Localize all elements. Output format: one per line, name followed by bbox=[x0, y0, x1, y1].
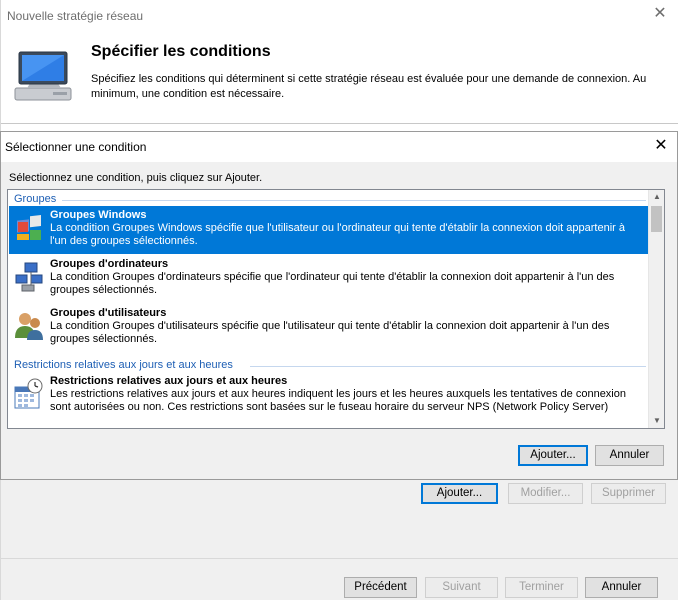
dialog-close-icon[interactable]: ✕ bbox=[653, 137, 669, 155]
list-item-day-time-restrictions[interactable]: Restrictions relatives aux jours et aux … bbox=[9, 372, 649, 420]
scroll-up-icon[interactable]: ▲ bbox=[649, 190, 664, 204]
dialog-instruction: Sélectionnez une condition, puis cliquez… bbox=[9, 172, 263, 184]
dialog-cancel-button[interactable]: Annuler bbox=[595, 445, 664, 466]
dialog-add-button[interactable]: Ajouter... bbox=[518, 445, 588, 466]
item-description: La condition Groupes Windows spécifie qu… bbox=[50, 222, 625, 247]
computer-monitor-icon bbox=[14, 51, 72, 101]
previous-button[interactable]: Précédent bbox=[344, 577, 417, 598]
wizard-remove-button[interactable]: Supprimer bbox=[591, 483, 666, 504]
item-title: Groupes Windows bbox=[50, 209, 147, 221]
group-divider bbox=[250, 366, 646, 367]
conditions-button-area: Ajouter... Modifier... Supprimer bbox=[1, 478, 678, 558]
calendar-clock-icon bbox=[14, 378, 43, 409]
dialog-title: Sélectionner une condition bbox=[5, 140, 147, 154]
wizard-close-icon[interactable]: ✕ bbox=[652, 6, 668, 22]
wizard-heading: Spécifier les conditions bbox=[91, 43, 271, 60]
wizard-modify-button[interactable]: Modifier... bbox=[508, 483, 583, 504]
item-title: Groupes d'utilisateurs bbox=[50, 307, 167, 319]
item-description: La condition Groupes d'ordinateurs spéci… bbox=[50, 271, 615, 296]
wizard-add-button[interactable]: Ajouter... bbox=[421, 483, 498, 504]
wizard-cancel-button[interactable]: Annuler bbox=[585, 577, 658, 598]
user-groups-icon bbox=[15, 313, 43, 340]
item-description: Les restrictions relatives aux jours et … bbox=[50, 388, 626, 413]
list-item-user-groups[interactable]: Groupes d'utilisateurs La condition Grou… bbox=[9, 304, 649, 352]
group-header-groups: Groupes bbox=[14, 193, 57, 205]
finish-button[interactable]: Terminer bbox=[505, 577, 578, 598]
windows-groups-icon bbox=[17, 215, 41, 240]
dialog-titlebar: Sélectionner une condition ✕ bbox=[1, 132, 677, 162]
condition-list[interactable]: Groupes Groupes Windows La condition Gro… bbox=[7, 189, 665, 429]
scroll-down-icon[interactable]: ▼ bbox=[649, 414, 664, 428]
computer-groups-icon bbox=[15, 262, 43, 292]
scroll-thumb[interactable] bbox=[651, 206, 662, 232]
list-scrollbar[interactable]: ▲ ▼ bbox=[648, 190, 664, 428]
group-divider bbox=[62, 200, 646, 201]
next-button[interactable]: Suivant bbox=[425, 577, 498, 598]
item-title: Groupes d'ordinateurs bbox=[50, 258, 169, 270]
select-condition-dialog: Sélectionner une condition ✕ Sélectionne… bbox=[0, 131, 678, 480]
wizard-description: Spécifiez les conditions qui déterminent… bbox=[91, 73, 647, 100]
wizard-title: Nouvelle stratégie réseau bbox=[7, 9, 144, 23]
item-title: Restrictions relatives aux jours et aux … bbox=[50, 375, 288, 387]
wizard-footer: Précédent Suivant Terminer Annuler bbox=[1, 558, 678, 600]
list-item-computer-groups[interactable]: Groupes d'ordinateurs La condition Group… bbox=[9, 255, 649, 303]
item-description: La condition Groupes d'utilisateurs spéc… bbox=[50, 320, 610, 345]
header-divider bbox=[1, 123, 678, 124]
group-header-day-time: Restrictions relatives aux jours et aux … bbox=[14, 359, 233, 371]
list-item-windows-groups[interactable]: Groupes Windows La condition Groupes Win… bbox=[9, 206, 649, 254]
